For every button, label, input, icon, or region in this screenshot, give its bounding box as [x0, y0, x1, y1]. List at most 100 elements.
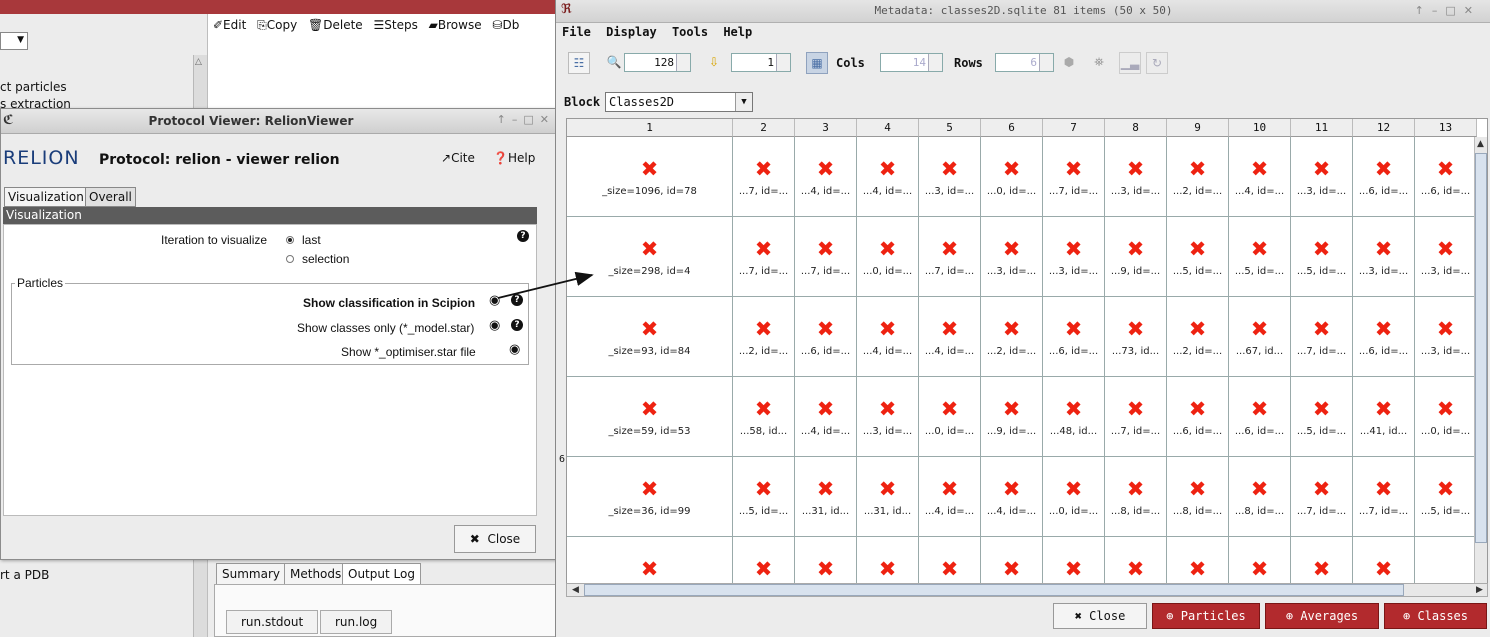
cube-icon[interactable]: ⬢	[1059, 52, 1079, 72]
menu-help[interactable]: Help	[723, 25, 752, 39]
gallery-cell[interactable]: ✖ ...4, id=...	[857, 297, 919, 377]
tab-methods[interactable]: Methods	[284, 563, 348, 585]
gallery-cell[interactable]: ✖ ...0, id=...	[1415, 377, 1477, 457]
horizontal-scroll-thumb[interactable]	[584, 584, 1404, 596]
gallery-cell[interactable]: ✖ ...7, id=...	[733, 137, 795, 217]
averages-button[interactable]: ⊕ Averages	[1265, 603, 1379, 629]
menu-tools[interactable]: Tools	[672, 25, 708, 39]
tab-summary[interactable]: Summary	[216, 563, 286, 585]
refresh-icon[interactable]: ↻	[1146, 52, 1168, 74]
gallery-cell[interactable]: ✖ ...6, id=...	[795, 297, 857, 377]
browse-button[interactable]: ▰Browse	[429, 18, 482, 32]
radio-last[interactable]	[286, 236, 294, 244]
gallery-cell[interactable]: ✖ ...5, id=...	[1415, 457, 1477, 537]
column-header[interactable]: 11	[1291, 119, 1353, 137]
gallery-cell[interactable]: ✖ ...7, id=...	[1353, 457, 1415, 537]
help-icon[interactable]: ?	[511, 319, 523, 331]
help-button[interactable]: ❓Help	[493, 151, 535, 165]
cols-spinner[interactable]: 14	[880, 53, 943, 72]
edit-button[interactable]: ✐Edit	[213, 18, 246, 32]
gallery-cell[interactable]: ✖ ...4, id=...	[981, 457, 1043, 537]
column-header[interactable]: 8	[1105, 119, 1167, 137]
gallery-cell[interactable]: ✖	[981, 537, 1043, 583]
gallery-cell[interactable]: ✖ ...7, id=...	[919, 217, 981, 297]
gallery-cell[interactable]: ✖ ...7, id=...	[795, 217, 857, 297]
tab-run-log[interactable]: run.log	[320, 610, 393, 634]
gallery-cell[interactable]: ✖ ...6, id=...	[1353, 297, 1415, 377]
window-controls-icon[interactable]: ↑–□✕	[497, 113, 555, 126]
tab-visualization[interactable]: Visualization	[4, 187, 88, 207]
window-controls-icon[interactable]: ↑–□✕	[1415, 4, 1481, 17]
tree-item[interactable]: ct particles	[0, 80, 67, 94]
gallery-cell[interactable]: ✖	[857, 537, 919, 583]
gallery-cell[interactable]: ✖ ...8, id=...	[1229, 457, 1291, 537]
gallery-cell[interactable]: ✖ ...6, id=...	[1353, 137, 1415, 217]
gallery-cell[interactable]: ✖ ...5, id=...	[1291, 377, 1353, 457]
column-header[interactable]: 2	[733, 119, 795, 137]
menu-display[interactable]: Display	[606, 25, 657, 39]
scroll-up-icon[interactable]: ▲	[1477, 139, 1484, 149]
gallery-cell[interactable]: ✖	[1043, 537, 1105, 583]
eye-icon[interactable]: ◉	[489, 318, 500, 333]
column-header[interactable]: 7	[1043, 119, 1105, 137]
binoculars-icon[interactable]: ⛯	[1089, 52, 1109, 72]
gallery-cell[interactable]: ✖ _size=59, id=53	[567, 377, 733, 457]
gallery-cell[interactable]: ✖ ...3, id=...	[1105, 137, 1167, 217]
gallery-cell[interactable]: ✖ ...9, id=...	[981, 377, 1043, 457]
gallery-cell[interactable]: ✖ ...3, id=...	[1415, 217, 1477, 297]
gallery-cell[interactable]: ✖	[1229, 537, 1291, 583]
menu-file[interactable]: File	[562, 25, 591, 39]
gallery-cell[interactable]: ✖ _size=1096, id=78	[567, 137, 733, 217]
particles-button[interactable]: ⊕ Particles	[1152, 603, 1260, 629]
gallery-cell[interactable]: ✖ ...7, id=...	[1291, 297, 1353, 377]
gallery-cell[interactable]: ✖ _size=93, id=84	[567, 297, 733, 377]
db-button[interactable]: ⛁Db	[492, 18, 519, 32]
gallery-cell[interactable]: ✖ ...6, id=...	[1167, 377, 1229, 457]
gallery-cell[interactable]: ✖ ...6, id=...	[1229, 377, 1291, 457]
column-header[interactable]: 4	[857, 119, 919, 137]
gallery-cell[interactable]: ✖	[919, 537, 981, 583]
gallery-cell[interactable]: ✖ ...5, id=...	[1291, 217, 1353, 297]
gallery-cell[interactable]: ✖ ...2, id=...	[1167, 297, 1229, 377]
gallery-cell[interactable]: ✖ ...9, id=...	[1105, 217, 1167, 297]
column-header[interactable]: 6	[981, 119, 1043, 137]
column-header[interactable]: 3	[795, 119, 857, 137]
tree-item[interactable]: rt a PDB	[0, 568, 49, 582]
help-icon[interactable]: ?	[511, 294, 523, 306]
gallery-cell[interactable]: ✖	[1105, 537, 1167, 583]
steps-button[interactable]: ☰Steps	[374, 18, 418, 32]
rows-spinner[interactable]: 6	[995, 53, 1054, 72]
gallery-cell[interactable]: ✖	[1167, 537, 1229, 583]
gallery-cell[interactable]: ✖ ...3, id=...	[1415, 297, 1477, 377]
gallery-cell[interactable]: ✖ ...4, id=...	[919, 457, 981, 537]
gallery-view-icon[interactable]: ▦	[806, 52, 828, 74]
plot-icon[interactable]: ▁▃	[1119, 52, 1141, 74]
tab-overall[interactable]: Overall	[85, 187, 136, 207]
gallery-cell[interactable]: ✖ ...8, id=...	[1167, 457, 1229, 537]
eye-icon[interactable]: ◉	[509, 342, 520, 357]
gallery-cell[interactable]: ✖	[733, 537, 795, 583]
gallery-cell[interactable]: ✖ ...0, id=...	[981, 137, 1043, 217]
column-header[interactable]: 10	[1229, 119, 1291, 137]
gallery-cell[interactable]: ✖ ...48, id...	[1043, 377, 1105, 457]
gallery-cell[interactable]: ✖ ...4, id=...	[1229, 137, 1291, 217]
gallery-cell[interactable]: ✖ ...3, id=...	[981, 217, 1043, 297]
gallery-cell[interactable]: ✖	[1291, 537, 1353, 583]
gallery-cell[interactable]: ✖ ...31, id...	[795, 457, 857, 537]
delete-button[interactable]: 🗑Delete	[308, 18, 363, 32]
gallery-cell[interactable]: ✖ ...58, id...	[733, 377, 795, 457]
column-header[interactable]: 13	[1415, 119, 1477, 137]
cite-button[interactable]: ↗Cite	[441, 151, 475, 165]
goto-item-spinner[interactable]: 1	[731, 53, 791, 72]
gallery-cell[interactable]: ✖ ...31, id...	[857, 457, 919, 537]
gallery-cell[interactable]: ✖ ...5, id=...	[1167, 217, 1229, 297]
gallery-cell[interactable]: ✖ ...7, id=...	[733, 217, 795, 297]
gallery-cell[interactable]: ✖ ...3, id=...	[857, 377, 919, 457]
gallery-cell[interactable]: ✖ ...73, id...	[1105, 297, 1167, 377]
gallery-cell[interactable]: ✖ ...3, id=...	[1353, 217, 1415, 297]
gallery-cell[interactable]: ✖ ...3, id=...	[919, 137, 981, 217]
eye-icon[interactable]: ◉	[489, 293, 500, 308]
metadata-titlebar[interactable]: ℜ Metadata: classes2D.sqlite 81 items (5…	[556, 0, 1490, 23]
gallery-cell[interactable]: ✖ ...2, id=...	[733, 297, 795, 377]
scroll-right-icon[interactable]: ▶	[1476, 585, 1483, 595]
